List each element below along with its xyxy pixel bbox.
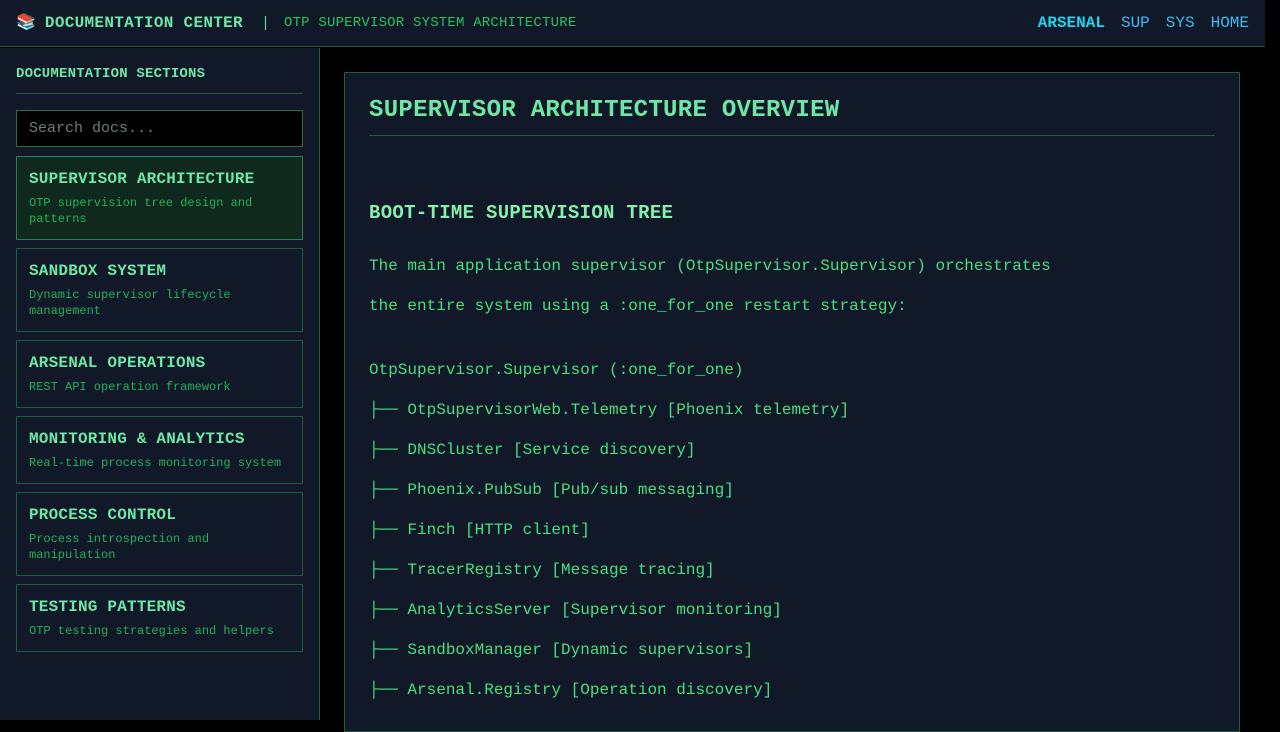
- brand: 📚 DOCUMENTATION CENTER | OTP SUPERVISOR …: [16, 14, 576, 32]
- top-header: 📚 DOCUMENTATION CENTER | OTP SUPERVISOR …: [0, 0, 1265, 47]
- doc-section-title: MONITORING & ANALYTICS: [29, 430, 245, 448]
- doc-section-sandbox-system[interactable]: SANDBOX SYSTEM Dynamic supervisor lifecy…: [16, 248, 303, 332]
- tree-node: ├── TracerRegistry [Message tracing]: [369, 561, 715, 579]
- tree-root: OtpSupervisor.Supervisor (:one_for_one): [369, 361, 744, 379]
- doc-section-desc: OTP testing strategies and helpers: [29, 624, 274, 638]
- books-icon: 📚: [16, 14, 36, 32]
- sidebar: DOCUMENTATION SECTIONS SUPERVISOR ARCHIT…: [0, 48, 320, 720]
- app-title: DOCUMENTATION CENTER: [44, 14, 243, 32]
- tree-node: ├── Finch [HTTP client]: [369, 521, 590, 539]
- header-separator: |: [260, 14, 270, 32]
- doc-section-process-control[interactable]: PROCESS CONTROL Process introspection an…: [16, 492, 303, 576]
- page-scrollbar[interactable]: [1265, 0, 1280, 720]
- doc-section-list: SUPERVISOR ARCHITECTURE OTP supervision …: [16, 156, 303, 652]
- tree-node: ├── Arsenal.Registry [Operation discover…: [369, 681, 773, 699]
- tree-node: ├── SandboxManager [Dynamic supervisors]: [369, 641, 754, 659]
- search-input[interactable]: [16, 110, 303, 147]
- doc-section-title: PROCESS CONTROL: [29, 506, 177, 524]
- paragraph-line: The main application supervisor (OtpSupe…: [369, 257, 1051, 275]
- nav-sup[interactable]: SUP: [1121, 14, 1150, 32]
- page-title: SUPERVISOR ARCHITECTURE OVERVIEW: [369, 97, 1215, 136]
- tree-node: ├── AnalyticsServer [Supervisor monitori…: [369, 601, 782, 619]
- tree-node: ├── DNSCluster [Service discovery]: [369, 441, 696, 459]
- doc-section-arsenal-operations[interactable]: ARSENAL OPERATIONS REST API operation fr…: [16, 340, 303, 408]
- nav-arsenal[interactable]: ARSENAL: [1038, 14, 1105, 32]
- doc-content: SUPERVISOR ARCHITECTURE OVERVIEW BOOT-TI…: [344, 72, 1240, 732]
- paragraph-line: the entire system using a :one_for_one r…: [369, 297, 907, 315]
- doc-section-monitoring-analytics[interactable]: MONITORING & ANALYTICS Real-time process…: [16, 416, 303, 484]
- nav-home[interactable]: HOME: [1211, 14, 1249, 32]
- doc-section-title: ARSENAL OPERATIONS: [29, 354, 206, 372]
- doc-section-title: SANDBOX SYSTEM: [29, 262, 167, 280]
- top-nav: ARSENAL SUP SYS HOME: [1038, 14, 1249, 32]
- tree-node: ├── Phoenix.PubSub [Pub/sub messaging]: [369, 481, 734, 499]
- nav-sys[interactable]: SYS: [1166, 14, 1195, 32]
- doc-section-desc: OTP supervision tree design and patterns: [29, 196, 253, 226]
- app-subtitle: OTP SUPERVISOR SYSTEM ARCHITECTURE: [283, 15, 577, 31]
- doc-section-title: TESTING PATTERNS: [29, 598, 186, 616]
- doc-section-title: SUPERVISOR ARCHITECTURE: [29, 170, 255, 188]
- section-title: BOOT-TIME SUPERVISION TREE: [369, 202, 674, 224]
- doc-section-testing-patterns[interactable]: TESTING PATTERNS OTP testing strategies …: [16, 584, 303, 652]
- doc-section-desc: Real-time process monitoring system: [29, 456, 282, 470]
- doc-section-desc: Dynamic supervisor lifecycle management: [29, 288, 231, 318]
- intro-paragraph: The main application supervisor (OtpSupe…: [369, 258, 1215, 338]
- doc-section-supervisor-architecture[interactable]: SUPERVISOR ARCHITECTURE OTP supervision …: [16, 156, 303, 240]
- sidebar-heading: DOCUMENTATION SECTIONS: [16, 66, 303, 94]
- doc-section-desc: REST API operation framework: [29, 380, 231, 394]
- supervision-tree: OtpSupervisor.Supervisor (:one_for_one) …: [369, 362, 1215, 722]
- tree-node: ├── OtpSupervisorWeb.Telemetry [Phoenix …: [369, 401, 850, 419]
- doc-section-desc: Process introspection and manipulation: [29, 532, 210, 562]
